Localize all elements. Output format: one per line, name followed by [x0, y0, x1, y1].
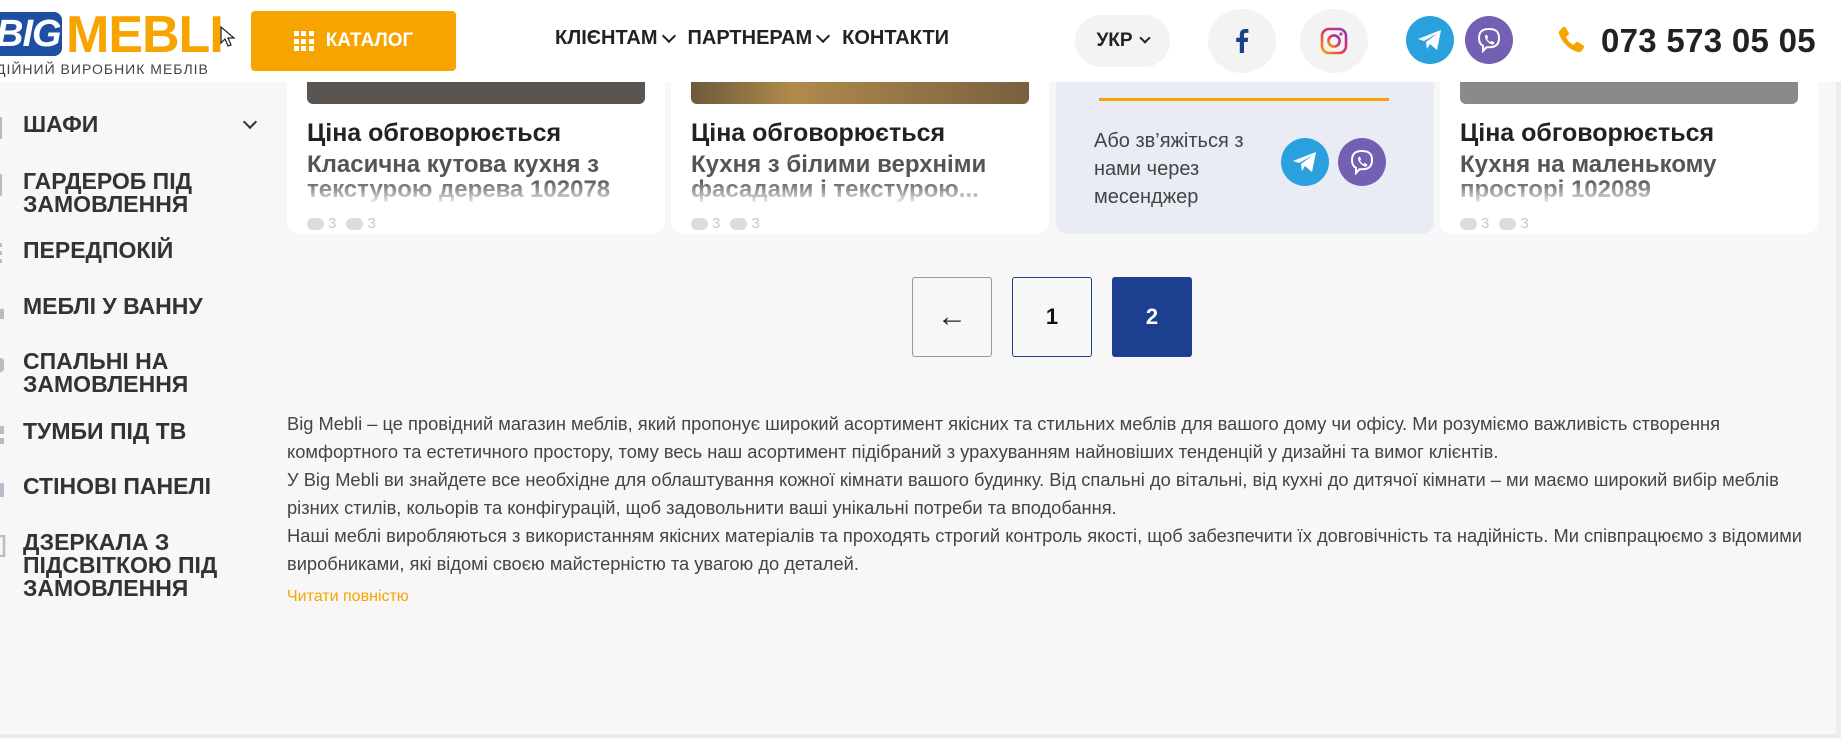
nav-item-label: КЛІЄНТАМ	[555, 27, 658, 49]
read-more-link[interactable]: Читати повністю	[287, 588, 409, 606]
sidebar-item-label: СТІНОВІ ПАНЕЛІ	[23, 473, 211, 499]
logo-tagline: ДІЙНИЙ ВИРОБНИК МЕБЛІВ	[0, 61, 209, 77]
catalog-button[interactable]: КАТАЛОГ	[251, 11, 456, 71]
product-price: Ціна обговорюється	[307, 119, 562, 147]
language-selector[interactable]: УКР	[1075, 15, 1170, 67]
viber-icon	[1477, 27, 1501, 53]
main-nav: КЛІЄНТАМ ПАРТНЕРАМ КОНТАКТИ	[555, 27, 949, 50]
sidebar-item-label: ПЕРЕДПОКІЙ	[23, 237, 174, 263]
product-card[interactable]: Ціна обговорюється Класична кутова кухня…	[287, 82, 665, 234]
product-name: Кухня з білими верхніми фасадами і текст…	[691, 152, 1021, 202]
wardrobe-icon	[0, 117, 2, 139]
chevron-down-icon	[816, 28, 831, 43]
sidebar-item-label: СПАЛЬНІ НА ЗАМОВЛЕННЯ	[23, 348, 189, 397]
pagination-prev-button[interactable]: ←	[912, 277, 992, 357]
paw-icon	[691, 217, 708, 230]
comment-icon	[346, 217, 364, 230]
closet-icon	[0, 174, 2, 196]
sidebar-item-label: МЕБЛІ У ВАННУ	[23, 293, 203, 319]
facebook-button[interactable]	[1208, 9, 1276, 73]
phone-icon	[1558, 26, 1585, 53]
comment-icon	[1499, 217, 1517, 230]
product-meta: 3 3	[691, 215, 760, 232]
pagination-page-1[interactable]: 1	[1012, 277, 1092, 357]
facebook-icon	[1236, 29, 1249, 53]
mouse-cursor-icon	[220, 26, 236, 47]
language-value: УКР	[1096, 30, 1133, 51]
pagination-page-2-current[interactable]: 2	[1112, 277, 1192, 357]
nav-item-label: КОНТАКТИ	[842, 27, 950, 49]
paw-icon	[307, 217, 324, 230]
comment-icon	[730, 217, 748, 230]
product-image	[307, 82, 645, 104]
seo-paragraph: Наші меблі виробляються з використанням …	[287, 525, 1802, 574]
product-card[interactable]: Ціна обговорюється Кухня на маленькому п…	[1440, 82, 1818, 234]
comments-count: 3	[367, 215, 376, 232]
bed-icon	[0, 358, 4, 372]
chevron-down-icon	[1138, 32, 1151, 44]
likes-count: 3	[328, 215, 337, 232]
comments-count: 3	[1520, 215, 1529, 232]
nav-item-clients[interactable]: КЛІЄНТАМ	[555, 27, 676, 50]
telegram-icon	[1293, 152, 1316, 172]
product-price: Ціна обговорюється	[691, 119, 946, 147]
footer-divider	[0, 734, 1841, 738]
site-header: BIG MEBLI ДІЙНИЙ ВИРОБНИК МЕБЛІВ КАТАЛОГ…	[0, 0, 1841, 82]
site-logo[interactable]: BIG MEBLI ДІЙНИЙ ВИРОБНИК МЕБЛІВ	[0, 6, 224, 78]
bath-icon	[0, 309, 4, 319]
chevron-down-icon	[661, 28, 676, 43]
likes-count: 3	[712, 215, 721, 232]
sidebar-item-label: ТУМБИ ПІД ТВ	[23, 418, 187, 444]
sidebar-item-label: ДЗЕРКАЛА З ПІДСВІТКОЮ ПІД ЗАМОВЛЕННЯ	[23, 529, 218, 601]
product-name: Класична кутова кухня з текстурою дерева…	[307, 152, 637, 202]
comments-count: 3	[751, 215, 760, 232]
viber-button[interactable]	[1338, 138, 1386, 186]
product-image	[1460, 82, 1798, 104]
likes-count: 3	[1481, 215, 1490, 232]
instagram-icon	[1320, 27, 1348, 55]
viber-icon	[1350, 149, 1374, 175]
chevron-down-icon	[242, 114, 258, 130]
product-name: Кухня на маленькому просторі 102089	[1460, 152, 1790, 202]
sidebar-item-label: ШАФИ	[23, 111, 99, 137]
paw-icon	[1460, 217, 1477, 230]
page-scrollbar[interactable]	[1836, 0, 1841, 738]
grid-menu-icon	[293, 31, 314, 51]
messenger-contact-card: Або зв’яжіться з нами через месенджер	[1056, 82, 1434, 234]
logo-mebli-text: MEBLI	[66, 6, 224, 64]
viber-button[interactable]	[1465, 16, 1513, 64]
tv-stand-icon	[0, 426, 4, 444]
phone-number: 073 573 05 05	[1601, 22, 1816, 59]
instagram-button[interactable]	[1300, 9, 1368, 73]
seo-description: Big Mebli – це провідний магазин меблів,…	[287, 410, 1827, 578]
catalog-button-label: КАТАЛОГ	[325, 30, 414, 51]
product-image	[691, 82, 1029, 104]
sidebar-item-label: ГАРДЕРОБ ПІД ЗАМОВЛЕННЯ	[23, 168, 192, 217]
wall-panel-icon	[0, 483, 4, 497]
phone-link[interactable]: 073 573 05 05	[1555, 22, 1816, 60]
product-meta: 3 3	[307, 215, 376, 232]
card-divider	[1099, 98, 1389, 101]
nav-item-label: ПАРТНЕРАМ	[687, 27, 813, 49]
telegram-icon	[1418, 30, 1441, 50]
seo-paragraph: Big Mebli – це провідний магазин меблів,…	[287, 413, 1721, 462]
hallway-icon	[0, 243, 2, 263]
logo-big-text: BIG	[0, 12, 62, 56]
product-price: Ціна обговорюється	[1460, 119, 1715, 147]
mirror-icon	[0, 535, 6, 557]
telegram-button[interactable]	[1281, 138, 1329, 186]
product-meta: 3 3	[1460, 215, 1529, 232]
telegram-button[interactable]	[1406, 16, 1454, 64]
messenger-contact-text: Або зв’яжіться з нами через месенджер	[1094, 130, 1244, 208]
nav-item-contacts[interactable]: КОНТАКТИ	[842, 27, 949, 50]
product-card[interactable]: Ціна обговорюється Кухня з білими верхні…	[671, 82, 1049, 234]
nav-item-partners[interactable]: ПАРТНЕРАМ	[687, 27, 831, 50]
seo-paragraph: У Big Mebli ви знайдете все необхідне дл…	[287, 469, 1779, 518]
